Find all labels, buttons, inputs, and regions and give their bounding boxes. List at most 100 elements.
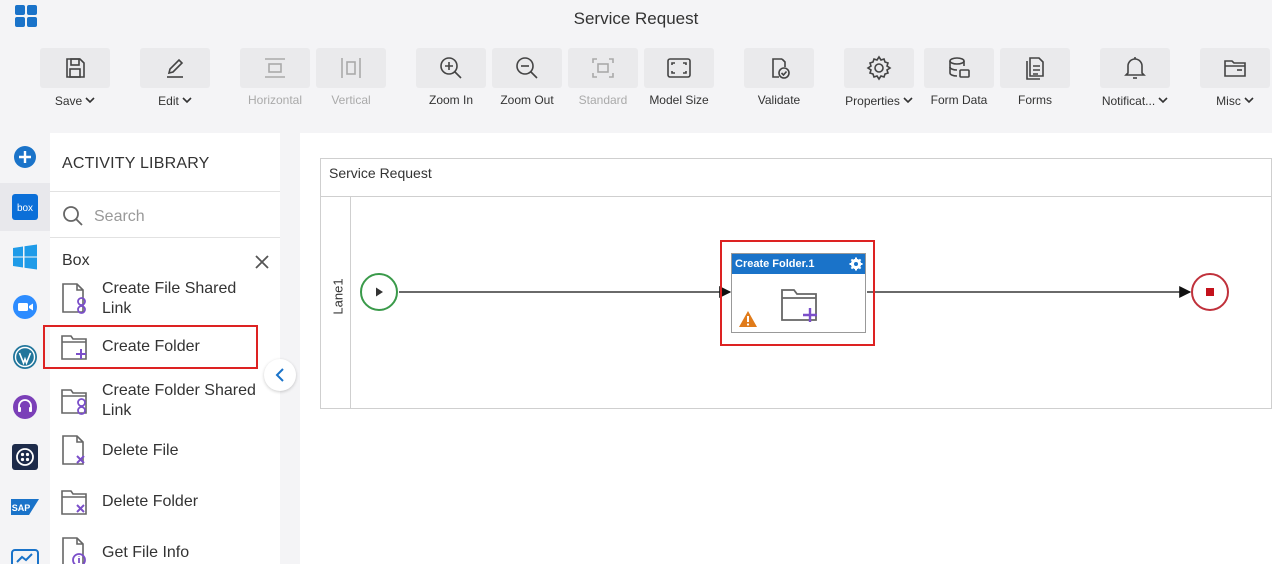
twilio-icon: [12, 444, 38, 470]
edit-button[interactable]: Edit: [139, 48, 211, 110]
standard-icon: [592, 58, 614, 78]
misc-label: Misc: [1216, 94, 1241, 108]
folder-link-icon: [61, 389, 87, 415]
library-item-delete-file[interactable]: Delete File: [60, 434, 270, 468]
gear-icon[interactable]: [849, 257, 863, 271]
rail-box[interactable]: box: [0, 183, 50, 231]
search-icon: [63, 206, 83, 226]
zoom-in-button[interactable]: Zoom In: [415, 48, 487, 110]
file-delete-icon: [62, 435, 85, 465]
rail-twilio[interactable]: [0, 433, 50, 481]
start-event[interactable]: [360, 273, 398, 311]
chevron-left-icon: [275, 368, 284, 382]
library-item-delete-folder[interactable]: Delete Folder: [60, 485, 270, 519]
chevron-down-icon: [1244, 93, 1254, 107]
edit-label: Edit: [158, 94, 179, 108]
save-button[interactable]: Save: [39, 48, 111, 110]
chevron-down-icon: [85, 93, 95, 107]
vertical-button[interactable]: Vertical: [315, 48, 387, 110]
folder-delete-icon: [61, 490, 87, 515]
zoom-out-button[interactable]: Zoom Out: [491, 48, 563, 110]
folder-icon: [1224, 60, 1246, 77]
standard-button[interactable]: Standard: [567, 48, 639, 110]
gear-icon: [866, 55, 892, 81]
file-link-icon: [62, 283, 86, 314]
sap-icon: SAP: [11, 499, 39, 515]
lane-label: Lane1: [330, 278, 346, 315]
folder-add-icon: [61, 335, 87, 360]
bell-icon: [1124, 57, 1146, 79]
stop-icon: [1206, 288, 1214, 296]
wordpress-icon: [13, 345, 37, 369]
validate-label: Validate: [757, 93, 801, 107]
task-create-folder[interactable]: Create Folder.1: [731, 253, 866, 333]
library-item-create-file-shared-link[interactable]: Create File Shared Link: [60, 279, 270, 319]
rail-wordpress[interactable]: [0, 333, 50, 381]
warning-icon: [739, 311, 757, 327]
chevron-down-icon: [1158, 93, 1168, 107]
play-icon: [376, 287, 383, 297]
zoom-in-icon: [440, 57, 462, 79]
forms-label: Forms: [1018, 93, 1052, 107]
vertical-icon: [341, 58, 361, 78]
library-heading: ACTIVITY LIBRARY: [62, 155, 210, 172]
app-rail: box SAP: [0, 133, 50, 564]
chevron-down-icon: [903, 93, 913, 107]
edit-icon: [167, 58, 184, 78]
close-icon[interactable]: [254, 254, 270, 270]
zoom-out-icon: [516, 57, 538, 79]
horizontal-button[interactable]: Horizontal: [239, 48, 311, 110]
zoom-app-icon: [13, 295, 37, 319]
app-icon: [11, 549, 39, 564]
svg-text:box: box: [17, 203, 33, 214]
library-item-label: Delete Folder: [102, 493, 199, 510]
save-label: Save: [54, 94, 83, 108]
properties-label: Properties: [845, 94, 900, 108]
rail-sap[interactable]: SAP: [0, 483, 50, 531]
model-size-icon: [667, 58, 691, 78]
library-item-label: Create File Shared Link: [102, 280, 237, 317]
end-event[interactable]: [1191, 273, 1229, 311]
category-title: Box: [62, 252, 90, 269]
collapse-panel-button[interactable]: [264, 359, 296, 391]
horizontal-icon: [265, 58, 285, 78]
notifications-label: Notificat...: [1101, 94, 1156, 108]
properties-button[interactable]: Properties: [843, 48, 915, 110]
forms-button[interactable]: Forms: [999, 48, 1071, 110]
box-icon: box: [12, 194, 38, 220]
rail-app[interactable]: [0, 533, 50, 564]
validate-button[interactable]: Validate: [743, 48, 815, 110]
chevron-down-icon: [182, 93, 192, 107]
rail-windows[interactable]: [0, 233, 50, 281]
notifications-button[interactable]: Notificat...: [1099, 48, 1171, 110]
page-title: Service Request: [573, 9, 699, 28]
library-item-label: Create Folder: [102, 338, 200, 355]
vertical-label: Vertical: [331, 93, 371, 107]
svg-text:SAP: SAP: [12, 503, 31, 513]
search-input[interactable]: [94, 205, 264, 229]
database-icon: [949, 57, 970, 78]
divider: [50, 191, 280, 192]
library-item-create-folder-shared-link[interactable]: Create Folder Shared Link: [60, 381, 270, 421]
forms-icon: [1026, 57, 1044, 80]
title-bar: Service Request: [0, 0, 1272, 38]
folder-add-icon: [781, 289, 817, 322]
rail-zoom[interactable]: [0, 283, 50, 331]
library-item-label: Get File Info: [102, 544, 190, 561]
activity-library-panel: ACTIVITY LIBRARY Box Create File Shared …: [50, 133, 280, 564]
divider: [50, 237, 280, 238]
save-icon: [66, 58, 85, 78]
pool-header: Service Request: [321, 159, 1271, 197]
library-item-get-file-info[interactable]: Get File Info: [60, 536, 270, 564]
support-icon: [13, 395, 37, 419]
file-info-icon: [62, 537, 86, 564]
library-item-create-folder[interactable]: Create Folder: [60, 330, 270, 364]
pool-title: Service Request: [329, 165, 432, 181]
lane-header[interactable]: Lane1: [321, 197, 351, 408]
misc-button[interactable]: Misc: [1199, 48, 1271, 110]
form-data-button[interactable]: Form Data: [923, 48, 995, 110]
rail-support[interactable]: [0, 383, 50, 431]
rail-add-button[interactable]: [0, 133, 50, 181]
validate-icon: [772, 58, 790, 79]
model-size-button[interactable]: Model Size: [643, 48, 715, 110]
